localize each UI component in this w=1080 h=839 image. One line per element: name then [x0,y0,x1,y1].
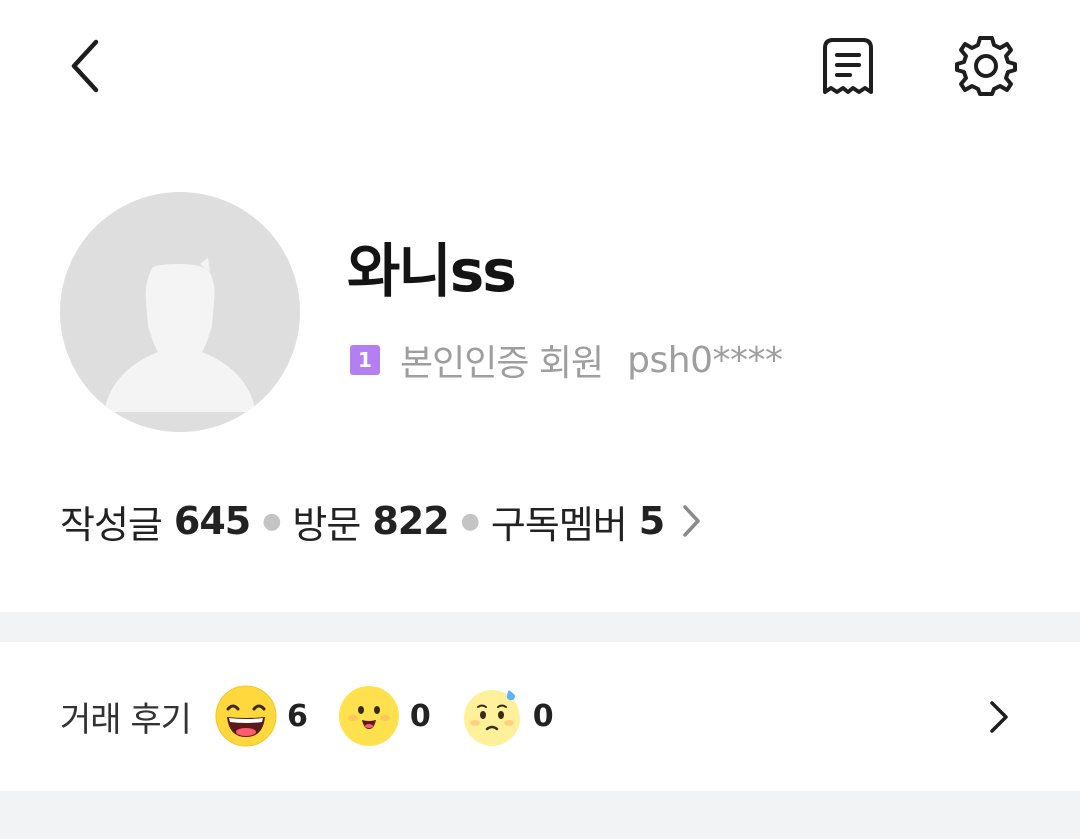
default-profile-icon [104,258,256,412]
smiling-face-icon [338,686,399,746]
laughing-face-icon [215,685,277,747]
visits-count: 822 [372,499,449,543]
sweating-review-count: 0 [532,698,554,734]
verification-row: 1 본인인증 회원 psh0**** [350,338,783,384]
profile-stats[interactable]: 작성글 645 ● 방문 822 ● 구독멤버 5 [60,496,704,547]
posts-count: 645 [173,499,251,543]
section-divider [0,612,1080,642]
chevron-right-icon [683,505,700,537]
gear-icon [955,36,1017,96]
laughing-review-count: 6 [286,698,308,734]
member-badge-icon: 1 [350,345,380,375]
reviews-chevron-button[interactable] [976,693,1020,741]
back-button[interactable] [54,34,118,98]
posts-label: 작성글 [60,502,163,547]
subscribers-count: 5 [638,499,665,543]
chevron-right-icon [990,701,1008,733]
trade-reviews-row[interactable]: 거래 후기 6 0 0 [60,683,584,749]
smiling-review-count: 0 [409,698,431,734]
trade-reviews-label: 거래 후기 [60,699,192,740]
settings-button[interactable] [950,30,1022,102]
receipt-icon [823,38,873,94]
user-id: psh0**** [627,339,783,381]
verification-label: 본인인증 회원 [400,343,604,384]
nickname: 와니ss [347,237,517,305]
avatar[interactable] [60,192,300,432]
sweating-face-icon [463,687,520,746]
bottom-divider [0,791,1080,839]
visits-label: 방문 [292,502,361,547]
separator-dot: ● [262,508,281,534]
receipt-button[interactable] [812,30,884,102]
chevron-left-icon [71,39,99,93]
subscribers-label: 구독멤버 [490,502,628,547]
separator-dot: ● [460,508,480,534]
